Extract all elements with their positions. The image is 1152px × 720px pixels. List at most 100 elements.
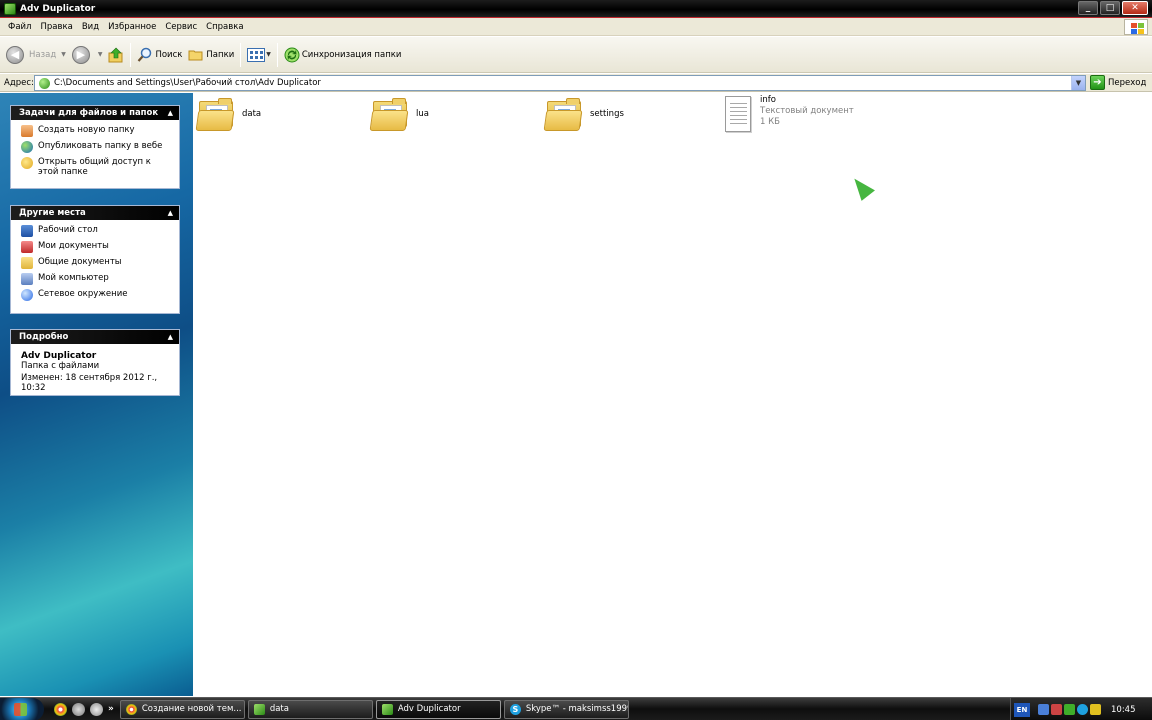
task-publish-web[interactable]: Опубликовать папку в вебе <box>21 141 170 153</box>
task-new-folder[interactable]: Создать новую папку <box>21 125 170 137</box>
folder-icon <box>39 77 50 89</box>
taskbar-button-chrome[interactable]: Создание новой тем... <box>119 699 245 719</box>
clock[interactable]: 10:45 <box>1111 705 1136 715</box>
start-button[interactable] <box>0 697 44 720</box>
app-icon <box>4 2 16 15</box>
forward-arrow-icon: ▶ <box>71 45 90 64</box>
window-controls: _ □ ✕ <box>1078 1 1148 15</box>
address-input[interactable]: C:\Documents and Settings\User\Рабочий с… <box>34 75 1086 91</box>
sync-icon <box>284 47 300 62</box>
desktop-icon <box>21 225 33 237</box>
sync-folder-button[interactable]: Синхронизация папки <box>284 42 401 68</box>
search-icon <box>138 47 152 62</box>
item-label: settings <box>590 109 624 119</box>
chrome-icon[interactable] <box>54 702 67 716</box>
item-label: lua <box>416 109 429 119</box>
quick-launch: » <box>54 702 114 716</box>
skype-tray-icon[interactable] <box>1077 704 1088 715</box>
toolbar: ◀ Назад ▼ ▶ ▼ Поиск Папки ▼ Синхронизаци… <box>0 37 1152 73</box>
folders-button[interactable]: Папки <box>188 42 234 68</box>
folder-icon <box>381 703 393 715</box>
view-grid-icon <box>247 47 266 62</box>
item-type: Текстовый документ <box>760 106 854 116</box>
shared-folder-icon <box>21 257 33 269</box>
back-button[interactable]: ◀ Назад ▼ <box>6 42 66 68</box>
place-desktop[interactable]: Рабочий стол <box>21 225 170 237</box>
task-pane: Задачи для файлов и папок ▲ Создать нову… <box>0 93 193 696</box>
address-dropdown-button[interactable]: ▼ <box>1071 76 1085 90</box>
details-title: Подробно <box>19 332 69 342</box>
text-document-icon <box>723 95 753 133</box>
globe-icon <box>21 141 33 153</box>
file-item-info[interactable]: info Текстовый документ 1 КБ <box>723 95 854 133</box>
minimize-button[interactable]: _ <box>1078 1 1098 15</box>
windows-logo-icon <box>1124 19 1148 35</box>
taskbar: » Создание новой тем... data Adv Duplica… <box>0 697 1152 720</box>
search-button[interactable]: Поиск <box>137 42 182 68</box>
menu-help[interactable]: Справка <box>202 22 247 32</box>
place-my-computer[interactable]: Мой компьютер <box>21 273 170 285</box>
back-arrow-icon: ◀ <box>6 45 24 64</box>
go-label: Переход <box>1108 77 1147 88</box>
network-icon <box>21 289 33 301</box>
folder-item-lua[interactable]: lua <box>369 97 429 131</box>
menu-bar: Файл Правка Вид Избранное Сервис Справка <box>0 18 1152 36</box>
warning-tray-icon[interactable] <box>1090 704 1101 715</box>
skype-icon: S <box>509 703 521 715</box>
language-indicator[interactable]: EN <box>1014 702 1030 717</box>
close-button[interactable]: ✕ <box>1122 1 1148 15</box>
tasks-panel: Задачи для файлов и папок ▲ Создать нову… <box>10 105 180 189</box>
details-panel-header[interactable]: Подробно ▲ <box>11 330 179 344</box>
window-title: Adv Duplicator <box>20 3 96 14</box>
forward-button[interactable]: ▶ ▼ <box>71 42 103 68</box>
details-modified: Изменен: 18 сентября 2012 г., 10:32 <box>21 373 158 393</box>
folder-item-data[interactable]: data <box>195 97 261 131</box>
chevron-down-icon[interactable]: ▼ <box>266 51 271 58</box>
tasks-panel-header[interactable]: Задачи для файлов и папок ▲ <box>11 106 179 120</box>
title-bar: Adv Duplicator _ □ ✕ <box>0 0 1152 18</box>
menu-file[interactable]: Файл <box>4 22 35 32</box>
menu-view[interactable]: Вид <box>78 22 103 32</box>
other-places-panel-header[interactable]: Другие места ▲ <box>11 206 179 220</box>
taskbar-button-skype[interactable]: S Skype™ - maksimss1999 <box>503 699 629 719</box>
details-name: Adv Duplicator <box>21 351 97 361</box>
tasks-panel-title: Задачи для файлов и папок <box>19 108 159 118</box>
collapse-icon[interactable]: ▲ <box>168 209 173 217</box>
place-network[interactable]: Сетевое окружение <box>21 289 170 301</box>
steam-icon[interactable] <box>72 702 85 716</box>
new-folder-icon <box>21 125 33 137</box>
volume-tray-icon[interactable] <box>1051 704 1062 715</box>
go-button[interactable]: ➔ Переход <box>1090 75 1146 90</box>
place-my-documents[interactable]: Мои документы <box>21 241 170 253</box>
address-path: C:\Documents and Settings\User\Рабочий с… <box>54 78 321 88</box>
chevron-down-icon[interactable]: ▼ <box>98 51 103 58</box>
taskbar-button-data[interactable]: data <box>247 699 373 719</box>
chevron-down-icon[interactable]: ▼ <box>61 51 66 58</box>
place-shared-documents[interactable]: Общие документы <box>21 257 170 269</box>
file-list: data lua settings info Текстовый докумен… <box>193 93 1152 696</box>
toolbar-separator <box>130 42 132 67</box>
folder-icon <box>253 703 265 715</box>
share-icon <box>21 157 33 169</box>
app-tray-icon[interactable] <box>1064 704 1075 715</box>
views-button[interactable]: ▼ <box>247 42 271 68</box>
details-type: Папка с файлами <box>21 361 100 371</box>
computer-icon <box>21 273 33 285</box>
taskbar-button-adv-duplicator[interactable]: Adv Duplicator <box>375 699 501 719</box>
menu-edit[interactable]: Правка <box>36 22 76 32</box>
maximize-button[interactable]: □ <box>1100 1 1120 15</box>
folder-icon <box>188 50 203 60</box>
other-places-title: Другие места <box>19 208 86 218</box>
menu-tools[interactable]: Сервис <box>161 22 201 32</box>
my-documents-icon <box>21 241 33 253</box>
network-tray-icon[interactable] <box>1038 704 1049 715</box>
task-share-folder[interactable]: Открыть общий доступ к этой папке <box>21 157 170 177</box>
menu-favorites[interactable]: Избранное <box>104 22 160 32</box>
folder-item-settings[interactable]: settings <box>543 97 624 131</box>
folder-up-icon <box>108 47 123 62</box>
collapse-icon[interactable]: ▲ <box>168 109 173 117</box>
up-button[interactable] <box>108 42 124 68</box>
collapse-icon[interactable]: ▲ <box>168 333 173 341</box>
chevron-right-icon[interactable]: » <box>108 704 114 714</box>
app-icon[interactable] <box>90 702 103 716</box>
